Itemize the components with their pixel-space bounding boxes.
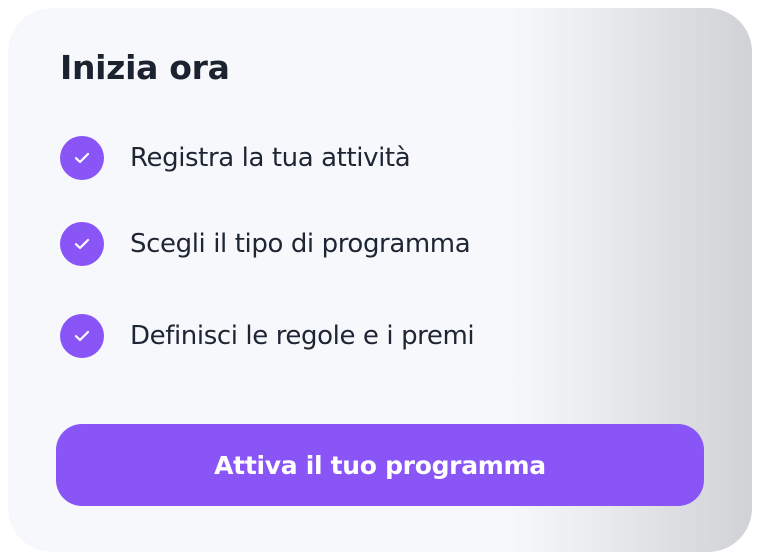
- check-circle-icon: [60, 136, 104, 180]
- activate-program-button[interactable]: Attiva il tuo programma: [56, 424, 704, 506]
- check-circle-icon: [60, 222, 104, 266]
- getting-started-card: Inizia ora Registra la tua attività Sceg…: [8, 8, 752, 552]
- checklist-item-program-type: Scegli il tipo di programma: [60, 222, 471, 266]
- checklist-item-label: Definisci le regole e i premi: [130, 321, 475, 351]
- checklist-item-label: Scegli il tipo di programma: [130, 229, 471, 259]
- checklist-item-register: Registra la tua attività: [60, 136, 411, 180]
- card-title: Inizia ora: [60, 48, 230, 87]
- checklist-item-rules-rewards: Definisci le regole e i premi: [60, 314, 475, 358]
- checklist-item-label: Registra la tua attività: [130, 143, 411, 173]
- check-circle-icon: [60, 314, 104, 358]
